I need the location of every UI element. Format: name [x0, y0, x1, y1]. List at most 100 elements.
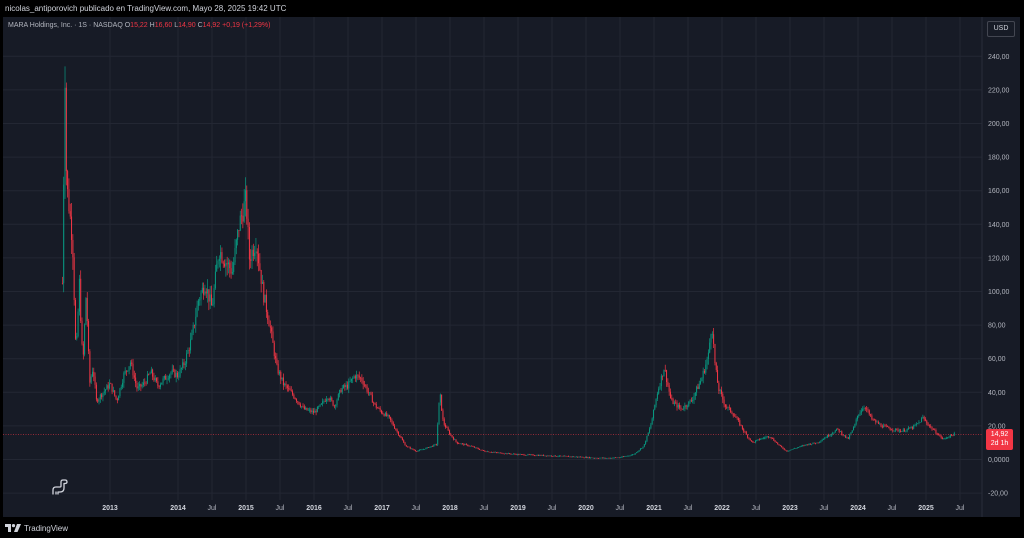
candle-body — [505, 453, 507, 454]
candle — [702, 367, 704, 384]
candle-body — [561, 455, 563, 457]
candle-body — [616, 457, 618, 459]
candle-body — [715, 363, 717, 370]
candle-body — [131, 362, 133, 364]
candle-body — [119, 388, 121, 397]
candle — [360, 376, 362, 383]
legend-change: +0,19 (+1,29%) — [222, 22, 271, 29]
candle-body — [431, 446, 433, 447]
candle-body — [226, 263, 228, 265]
candle-body — [931, 426, 933, 430]
candle-body — [365, 385, 367, 387]
candle-body — [101, 394, 103, 398]
candle-body — [808, 443, 810, 445]
candle-body — [390, 416, 392, 421]
candle — [662, 375, 664, 381]
candle — [476, 447, 478, 449]
candle — [921, 416, 923, 423]
candle-body — [141, 384, 143, 387]
candle — [238, 229, 240, 238]
candle-body — [132, 363, 134, 376]
dino-icon[interactable] — [50, 478, 70, 501]
candle-body — [524, 455, 526, 456]
candle — [783, 447, 785, 451]
candle-body — [78, 278, 80, 312]
candle — [354, 374, 356, 382]
candle-body — [535, 455, 537, 457]
candle-body — [803, 445, 805, 447]
y-tick-label: -20,00 — [988, 491, 1008, 498]
candle — [646, 435, 648, 443]
candle — [91, 367, 93, 378]
candle — [829, 434, 831, 437]
candle — [632, 453, 634, 456]
candle-body — [63, 184, 65, 284]
candle — [771, 437, 773, 439]
candle — [888, 426, 890, 429]
candle-body — [694, 392, 696, 397]
candle-body — [926, 420, 928, 424]
candle-body — [523, 454, 525, 456]
candle — [773, 437, 775, 441]
candle — [316, 406, 318, 413]
candle — [775, 441, 777, 443]
candle — [205, 288, 207, 299]
currency-button[interactable]: USD — [987, 21, 1015, 37]
candle — [101, 393, 103, 400]
candle-body — [81, 320, 83, 344]
candle-body — [728, 407, 730, 408]
candle-body — [795, 448, 797, 449]
candle-body — [170, 372, 172, 375]
candle-body — [765, 436, 767, 438]
candle-body — [804, 444, 806, 446]
candle — [276, 353, 278, 366]
candle — [438, 402, 440, 425]
candle — [356, 370, 358, 383]
tradingview-brand[interactable]: TradingView — [5, 522, 68, 534]
candle — [651, 417, 653, 425]
candle — [294, 397, 296, 400]
candle-body — [69, 211, 71, 217]
candle — [407, 446, 409, 448]
candle-body — [200, 292, 202, 300]
candle — [290, 386, 292, 392]
candle — [484, 450, 486, 452]
candle — [838, 428, 840, 434]
candle — [732, 412, 734, 418]
x-tick-label: 2018 — [442, 505, 458, 512]
candle — [471, 445, 473, 447]
candle — [88, 318, 90, 355]
candle — [89, 349, 91, 387]
candle-body — [884, 425, 886, 427]
candle-body — [464, 444, 466, 445]
candle-body — [404, 442, 406, 446]
candle — [435, 443, 437, 446]
candle-body — [952, 435, 954, 436]
candle-body — [888, 426, 890, 429]
candle-body — [468, 445, 470, 447]
candle-body — [703, 370, 705, 373]
candle-body — [906, 428, 908, 431]
candle-body — [89, 351, 91, 383]
candle — [731, 410, 733, 415]
candle-body — [859, 412, 861, 415]
candle — [877, 420, 879, 425]
candle — [858, 414, 860, 418]
candle — [76, 332, 78, 341]
candle — [246, 185, 248, 225]
candle-body — [244, 190, 246, 202]
candle-body — [747, 434, 749, 438]
candle — [605, 457, 607, 459]
candle — [813, 442, 815, 444]
candle — [870, 413, 872, 418]
candle — [618, 457, 620, 459]
candle — [581, 456, 583, 458]
price-chart[interactable]: -20,000,000020,0040,0060,0080,00100,0012… — [0, 0, 1024, 538]
candle-body — [207, 289, 209, 294]
candle-body — [541, 455, 543, 456]
candle-body — [769, 437, 771, 438]
candle-body — [261, 281, 263, 284]
x-tick-label: 2020 — [578, 505, 594, 512]
candle — [65, 82, 67, 186]
candle-body — [434, 444, 436, 445]
